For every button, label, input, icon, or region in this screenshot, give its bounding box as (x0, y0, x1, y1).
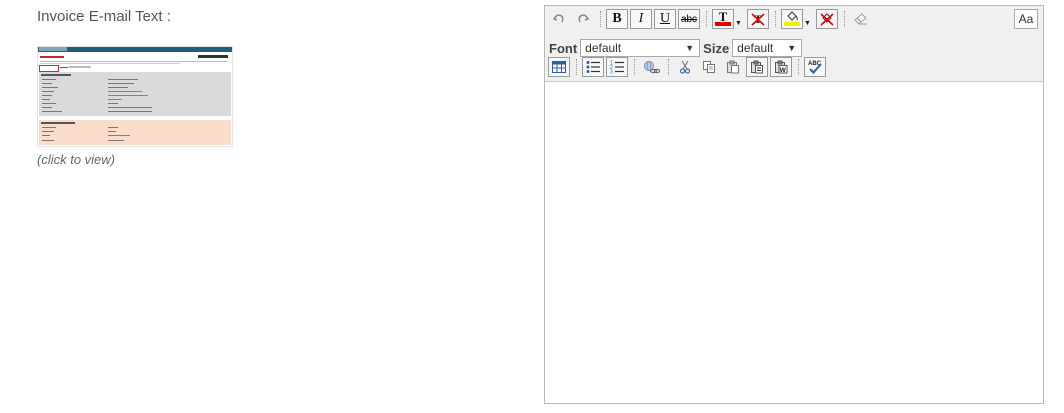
underline-button[interactable]: U (654, 9, 676, 29)
size-select[interactable]: default ▼ (732, 39, 803, 57)
svg-text:W: W (780, 67, 787, 74)
editor-toolbar: B I U abc T ▼ T ▼ (545, 6, 1043, 82)
bold-button[interactable]: B (606, 9, 628, 29)
chevron-down-icon: ▼ (685, 43, 695, 53)
italic-button[interactable]: I (630, 9, 652, 29)
toolbar-separator (798, 59, 800, 75)
eraser-icon (854, 13, 867, 25)
eraser-button[interactable] (850, 9, 872, 29)
chevron-down-icon: ▼ (787, 43, 797, 53)
redo-icon (578, 14, 590, 23)
toolbar-separator (775, 11, 777, 27)
remove-highlight-icon (820, 13, 834, 26)
text-color-dropdown-arrow[interactable]: ▼ (734, 9, 743, 29)
remove-text-color-button[interactable]: T (747, 9, 769, 29)
bullet-list-button[interactable] (582, 57, 604, 77)
scissors-icon (679, 60, 691, 74)
insert-link-button[interactable] (640, 57, 662, 77)
spell-check-icon: ABC (808, 61, 822, 74)
font-select[interactable]: default ▼ (580, 39, 701, 57)
remove-text-color-icon: T (751, 12, 765, 26)
table-icon (552, 61, 566, 73)
strikethrough-button[interactable]: abc (678, 9, 700, 29)
paste-text-icon (751, 60, 763, 74)
click-to-view-note: (click to view) (37, 152, 116, 167)
paste-from-word-button[interactable]: W (770, 57, 792, 77)
undo-icon (552, 14, 564, 23)
redo-button[interactable] (572, 9, 594, 29)
font-label: Font (549, 40, 578, 56)
text-color-swatch (715, 22, 731, 26)
toolbar-row-formatting: B I U abc T ▼ T ▼ (548, 8, 874, 30)
toolbar-separator (706, 11, 708, 27)
toolbar-separator (600, 11, 602, 27)
remove-highlight-button[interactable] (816, 9, 838, 29)
toolbar-row-insert: 123 W ABC (548, 56, 828, 78)
size-select-value: default (737, 41, 774, 55)
bullet-list-icon (586, 61, 600, 73)
paste-word-icon: W (775, 60, 788, 74)
link-icon (643, 61, 660, 74)
paste-icon (727, 60, 739, 74)
thumbnail-header-bar (38, 47, 232, 52)
toolbar-separator (668, 59, 670, 75)
paste-button[interactable] (722, 57, 744, 77)
text-color-button[interactable]: T (712, 9, 734, 29)
spell-check-button[interactable]: ABC (804, 57, 826, 77)
invoice-email-thumbnail[interactable] (38, 47, 232, 146)
toolbar-separator (844, 11, 846, 27)
toolbar-separator (634, 59, 636, 75)
highlight-color-button[interactable] (781, 9, 803, 29)
svg-text:3: 3 (610, 70, 613, 75)
insert-table-button[interactable] (548, 57, 570, 77)
copy-button[interactable] (698, 57, 720, 77)
font-select-value: default (585, 41, 622, 55)
highlight-color-dropdown-arrow[interactable]: ▼ (803, 9, 812, 29)
highlight-color-swatch (784, 22, 800, 26)
change-case-button[interactable]: Aa (1014, 9, 1038, 29)
numbered-list-button[interactable]: 123 (606, 57, 628, 77)
paste-text-button[interactable] (746, 57, 768, 77)
undo-button[interactable] (548, 9, 570, 29)
cut-button[interactable] (674, 57, 696, 77)
editor-content-area[interactable] (545, 82, 1043, 403)
copy-icon (703, 61, 715, 73)
rich-text-editor: B I U abc T ▼ T ▼ (544, 5, 1044, 404)
numbered-list-icon: 123 (610, 61, 624, 75)
field-label: Invoice E-mail Text : (37, 8, 171, 25)
size-label: Size (703, 40, 730, 56)
toolbar-separator (576, 59, 578, 75)
